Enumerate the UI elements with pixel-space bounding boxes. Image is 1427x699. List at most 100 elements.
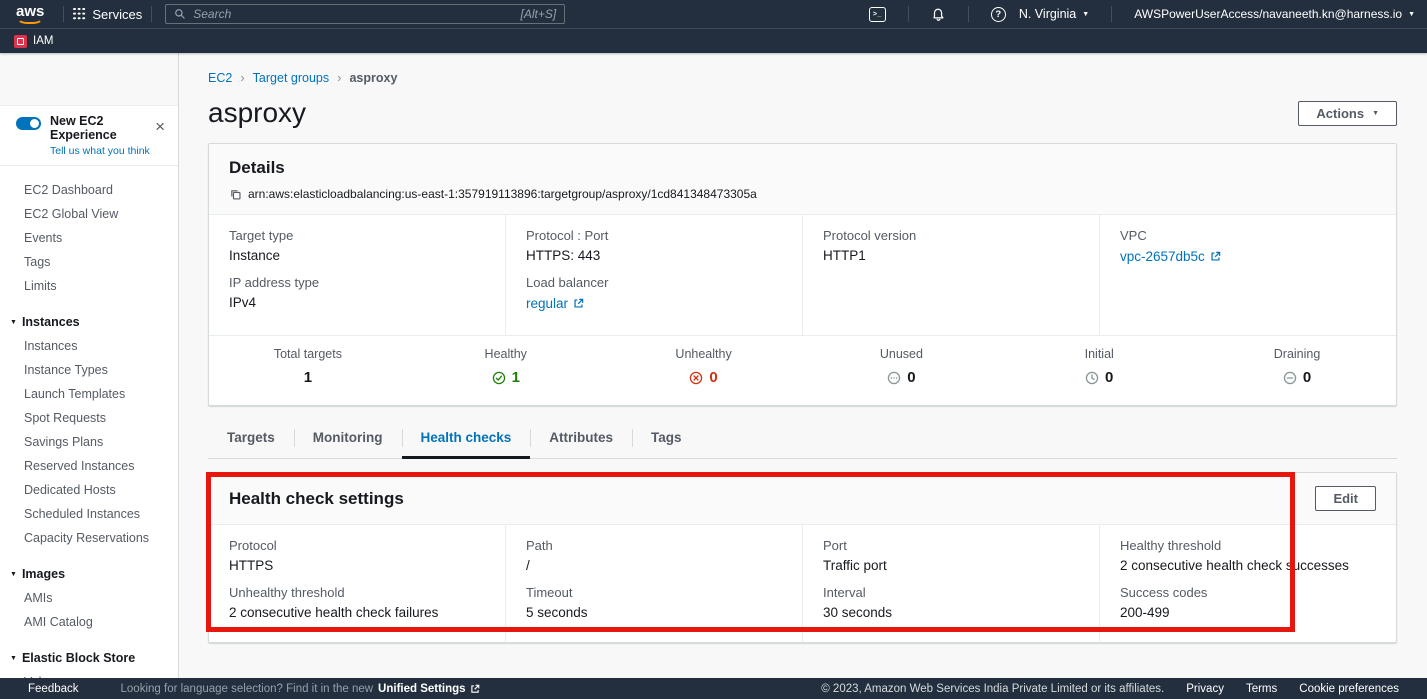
- aws-logo[interactable]: aws: [10, 1, 54, 27]
- unified-settings-link[interactable]: Unified Settings: [378, 683, 480, 695]
- tab-attributes[interactable]: Attributes: [530, 419, 632, 458]
- favorites-item-iam[interactable]: IAM: [14, 35, 53, 48]
- sidebar-item-savings-plans[interactable]: Savings Plans: [0, 430, 178, 454]
- sidebar-item-instances[interactable]: Instances: [0, 334, 178, 358]
- breadcrumb-ec2[interactable]: EC2: [208, 71, 232, 85]
- copy-icon[interactable]: [229, 188, 242, 201]
- edit-button[interactable]: Edit: [1315, 486, 1376, 511]
- arn-value: arn:aws:elasticloadbalancing:us-east-1:3…: [248, 187, 757, 201]
- sidebar-item-ami-catalog[interactable]: AMI Catalog: [0, 610, 178, 634]
- services-menu-button[interactable]: Services: [73, 7, 142, 22]
- actions-button[interactable]: Actions ▼: [1298, 101, 1397, 126]
- field-value: 5 seconds: [526, 605, 782, 620]
- sidebar-item-limits[interactable]: Limits: [0, 274, 178, 298]
- field-interval: Interval30 seconds: [823, 585, 1079, 620]
- breadcrumb-separator-icon: ›: [240, 70, 244, 85]
- footer-right: © 2023, Amazon Web Services India Privat…: [821, 683, 1399, 695]
- language-selection-note: Looking for language selection? Find it …: [121, 683, 480, 695]
- sidebar-item-ec2-global-view[interactable]: EC2 Global View: [0, 202, 178, 226]
- field-unhealthy-threshold: Unhealthy threshold2 consecutive health …: [229, 585, 485, 620]
- help-icon[interactable]: ?: [991, 7, 1006, 22]
- sidebar-item-events[interactable]: Events: [0, 226, 178, 250]
- topbar-right-cluster: >_ ? N. Virginia ▼ AWSPowerUserAccess/na…: [869, 6, 1415, 22]
- close-icon[interactable]: ×: [155, 118, 165, 135]
- field-label: IP address type: [229, 275, 485, 290]
- field-value-link[interactable]: regular: [526, 296, 584, 311]
- sidebar-item-tags[interactable]: Tags: [0, 250, 178, 274]
- footer-link-privacy[interactable]: Privacy: [1186, 683, 1224, 695]
- search-input[interactable]: [193, 7, 513, 21]
- check-circle-icon: [492, 371, 506, 385]
- chevron-down-icon: ▼: [10, 319, 17, 326]
- details-grid: Target typeInstance IP address type IPv4 Pr…: [209, 215, 1396, 335]
- sidebar-item-scheduled-instances[interactable]: Scheduled Instances: [0, 502, 178, 526]
- sidebar-item-instance-types[interactable]: Instance Types: [0, 358, 178, 382]
- field-value: 2 consecutive health check successes: [1120, 558, 1376, 573]
- new-experience-label: New EC2 Experience: [50, 114, 164, 142]
- status-count: 0: [1303, 369, 1311, 386]
- feedback-link[interactable]: Feedback: [28, 683, 79, 695]
- account-menu[interactable]: AWSPowerUserAccess/navaneeth.kn@harness.…: [1134, 7, 1415, 21]
- breadcrumb-separator-icon: ›: [337, 70, 341, 85]
- status-label: Initial: [1000, 347, 1198, 361]
- new-experience-toggle[interactable]: [16, 117, 41, 130]
- field-column: Healthy threshold2 consecutive health ch…: [1100, 525, 1396, 642]
- status-unused: Unused0: [802, 347, 1000, 386]
- field-column: Target typeInstance IP address type IPv4: [209, 215, 506, 335]
- search-shortcut-hint: [Alt+S]: [521, 7, 557, 21]
- field-label: Protocol : Port: [526, 228, 782, 243]
- minus-circle-icon: [1283, 371, 1297, 385]
- sidebar-item-dedicated-hosts[interactable]: Dedicated Hosts: [0, 478, 178, 502]
- sidebar-item-reserved-instances[interactable]: Reserved Instances: [0, 454, 178, 478]
- breadcrumb-target-groups[interactable]: Target groups: [253, 71, 329, 85]
- footer-link-cookie-preferences[interactable]: Cookie preferences: [1299, 683, 1399, 695]
- targets-status-row: Total targets1Healthy1Unhealthy0Unused0I…: [209, 335, 1396, 405]
- field-label: Unhealthy threshold: [229, 585, 485, 600]
- arn-row: arn:aws:elasticloadbalancing:us-east-1:3…: [229, 187, 1376, 201]
- sidebar-item-ec2-dashboard[interactable]: EC2 Dashboard: [0, 178, 178, 202]
- sidebar-section-elastic-block-store[interactable]: ▼Elastic Block Store: [0, 646, 178, 670]
- health-check-grid: ProtocolHTTPSUnhealthy threshold2 consec…: [209, 525, 1396, 642]
- top-navigation-bar: aws Services [Alt+S] >_ ? N. Virginia ▼ …: [0, 0, 1427, 28]
- field-protocol-port: Protocol : PortHTTPS: 443: [526, 228, 782, 263]
- sidebar-item-amis[interactable]: AMIs: [0, 586, 178, 610]
- tab-tags[interactable]: Tags: [632, 419, 701, 458]
- tab-bar: TargetsMonitoringHealth checksAttributes…: [208, 419, 1397, 459]
- tab-monitoring[interactable]: Monitoring: [294, 419, 402, 458]
- field-target-type: Target typeInstance: [229, 228, 485, 263]
- sidebar-section-images[interactable]: ▼Images: [0, 562, 178, 586]
- tell-us-link[interactable]: Tell us what you think: [50, 145, 164, 157]
- tab-health-checks[interactable]: Health checks: [402, 419, 531, 458]
- sidebar-item-capacity-reservations[interactable]: Capacity Reservations: [0, 526, 178, 550]
- footer-links: Privacy Terms Cookie preferences: [1186, 683, 1399, 695]
- tab-targets[interactable]: Targets: [208, 419, 294, 458]
- search-bar[interactable]: [Alt+S]: [165, 4, 565, 24]
- field-value: Traffic port: [823, 558, 1079, 573]
- divider: [968, 6, 969, 22]
- field-label: Timeout: [526, 585, 782, 600]
- divider: [151, 6, 152, 22]
- field-column: Protocol : PortHTTPS: 443Load balancerre…: [506, 215, 803, 335]
- sidebar-item-spot-requests[interactable]: Spot Requests: [0, 406, 178, 430]
- field-vpc: VPCvpc-2657db5c: [1120, 228, 1376, 266]
- field-value: 200-499: [1120, 605, 1376, 620]
- status-label: Draining: [1198, 347, 1396, 361]
- notifications-bell-icon[interactable]: [931, 7, 946, 22]
- sidebar-section-instances[interactable]: ▼Instances: [0, 310, 178, 334]
- field-port: PortTraffic port: [823, 538, 1079, 573]
- sidebar-section-label: Elastic Block Store: [22, 651, 135, 665]
- aws-console-page: { "colors": { "topbar": "#232f3e", "link…: [0, 0, 1427, 699]
- field-column: ProtocolHTTPSUnhealthy threshold2 consec…: [209, 525, 506, 642]
- field-healthy-threshold: Healthy threshold2 consecutive health ch…: [1120, 538, 1376, 573]
- region-selector[interactable]: N. Virginia ▼: [1019, 7, 1089, 21]
- status-count: 1: [512, 369, 520, 386]
- sidebar-spacer: [0, 53, 178, 105]
- field-value-link[interactable]: vpc-2657db5c: [1120, 249, 1221, 264]
- field-value: IPv4: [229, 295, 485, 310]
- field-label: Path: [526, 538, 782, 553]
- field-label: Interval: [823, 585, 1079, 600]
- cloudshell-icon[interactable]: >_: [869, 7, 886, 22]
- footer-link-terms[interactable]: Terms: [1246, 683, 1277, 695]
- sidebar-item-launch-templates[interactable]: Launch Templates: [0, 382, 178, 406]
- clock-icon: [1085, 371, 1099, 385]
